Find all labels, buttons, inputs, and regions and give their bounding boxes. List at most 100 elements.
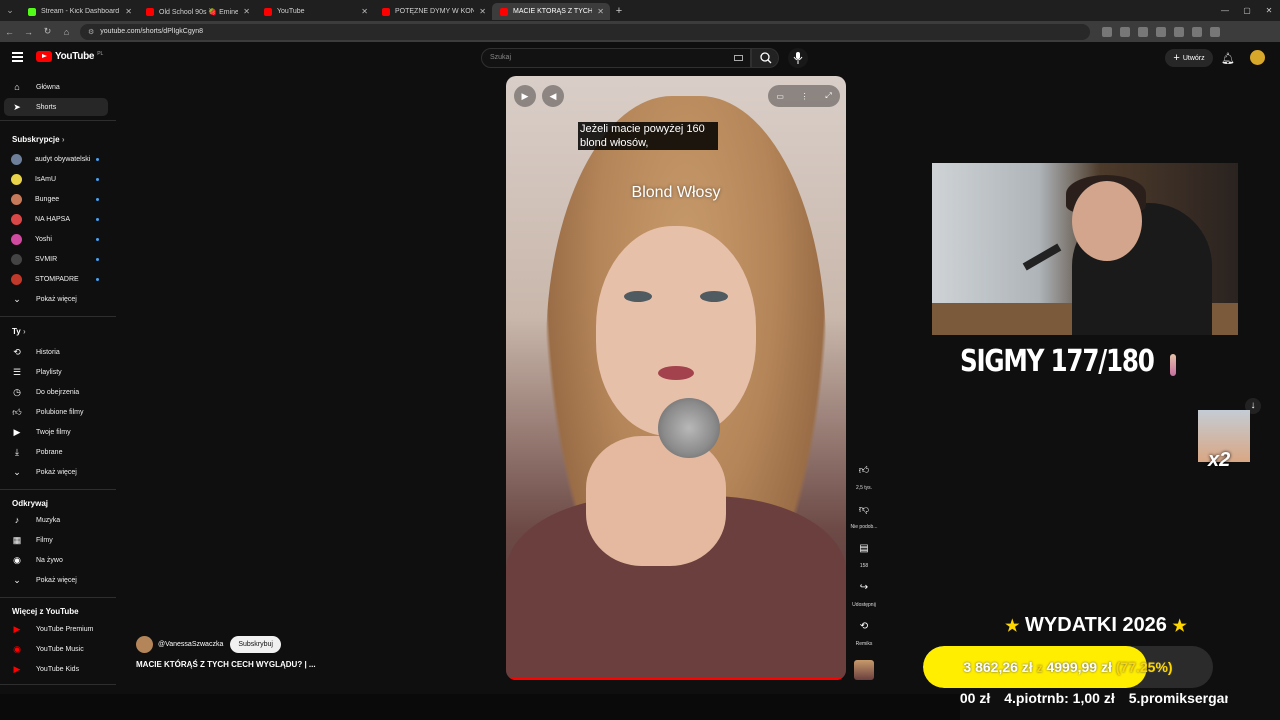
captions-icon[interactable]: ▭ bbox=[776, 92, 784, 101]
sidebar-item[interactable]: Bungee bbox=[4, 190, 108, 208]
channel-avatar[interactable] bbox=[136, 636, 153, 653]
sound-thumbnail[interactable] bbox=[854, 660, 874, 680]
dislike-button[interactable]: 👎︎ Nie podob... bbox=[851, 499, 878, 530]
sidebar-item-label: Pokaż więcej bbox=[36, 468, 77, 476]
sidebar-item[interactable]: ▦ Filmy bbox=[4, 531, 108, 549]
forward-icon[interactable]: → bbox=[19, 27, 38, 37]
sidebar-item[interactable]: ⟲ Historia bbox=[4, 343, 108, 361]
extension-icon[interactable] bbox=[1138, 26, 1148, 37]
tab-close-icon[interactable]: ✕ bbox=[361, 7, 368, 16]
tab-close-icon[interactable]: ✕ bbox=[597, 7, 604, 16]
sidebar-item[interactable]: NA HAPSA bbox=[4, 210, 108, 228]
create-button[interactable]: + Utwórz bbox=[1165, 49, 1213, 67]
comments-button[interactable]: ▤ 158 bbox=[852, 538, 876, 570]
chevron-down-icon: ⌄ bbox=[13, 574, 21, 585]
channel-name[interactable]: @VanessaSzwaczka bbox=[158, 641, 223, 648]
install-app-icon[interactable] bbox=[1102, 26, 1112, 37]
sidebar-item[interactable]: STOMPADRE bbox=[4, 270, 108, 288]
tab-close-icon[interactable]: ✕ bbox=[125, 7, 132, 16]
sidebar-item[interactable]: ⤓ Pobrane bbox=[4, 443, 108, 461]
close-window-icon[interactable]: ✕ bbox=[1258, 0, 1280, 21]
sidebar-item[interactable]: ◉ Na żywo bbox=[4, 551, 108, 569]
sidebar-item-label: Do obejrzenia bbox=[36, 388, 80, 396]
sidebar-section-heading[interactable]: Odkrywaj bbox=[12, 499, 48, 508]
maximize-icon[interactable]: ▢ bbox=[1236, 0, 1258, 21]
remix-icon: ⟲ bbox=[859, 620, 869, 632]
sidebar-item[interactable]: ◉ YouTube Music bbox=[4, 640, 108, 658]
browser-tab[interactable]: YouTube ✕ bbox=[256, 3, 374, 20]
more-options-icon[interactable]: ⋮ bbox=[801, 92, 809, 101]
film-icon: ▦ bbox=[12, 534, 22, 545]
sidebar-item[interactable]: ➤ Shorts bbox=[4, 98, 108, 116]
menu-icon[interactable] bbox=[12, 52, 23, 62]
browser-tab[interactable]: MACIE KTÓRĄŚ Z TYCH CEC ✕ bbox=[492, 3, 610, 20]
sidebar-item[interactable]: ☰ Playlisty bbox=[4, 363, 108, 381]
sidebar-item[interactable]: SVMIR bbox=[4, 250, 108, 268]
sidebar-item[interactable]: ⌄ Pokaż więcej bbox=[4, 290, 108, 308]
sidebar-item-label: Pokaż więcej bbox=[36, 576, 77, 584]
url-field[interactable]: ⚙ youtube.com/shorts/dPlIgkCgyn8 bbox=[80, 23, 1090, 40]
section-heading-text: Ty bbox=[12, 327, 21, 336]
search-input[interactable]: Szukaj bbox=[481, 48, 751, 68]
home-browser-icon[interactable]: ⌂ bbox=[57, 27, 76, 37]
notifications-bell-icon[interactable]: 🔔︎ bbox=[1221, 51, 1235, 65]
voice-search-button[interactable] bbox=[788, 48, 808, 68]
sidebar-item[interactable]: ♪ Muzyka bbox=[4, 511, 108, 529]
sidebar-item[interactable]: ▶ Twoje filmy bbox=[4, 423, 108, 441]
sidebar-item-label: Shorts bbox=[36, 103, 57, 111]
tab-close-icon[interactable]: ✕ bbox=[479, 7, 486, 16]
video-frame-eye bbox=[700, 291, 728, 302]
youtube-logo[interactable]: YouTube PL bbox=[36, 51, 103, 62]
short-video-player[interactable]: ▶ ◀ ▭ ⋮ ⤢ Jeżeli macie powyżej 160 blond… bbox=[506, 76, 846, 680]
site-info-icon[interactable]: ⚙ bbox=[88, 28, 94, 36]
search-button[interactable] bbox=[751, 48, 779, 68]
sidebar-divider bbox=[0, 316, 116, 317]
play-button[interactable]: ▶ bbox=[514, 85, 536, 107]
subscribe-button[interactable]: Subskrybuj bbox=[230, 636, 281, 653]
sidebar-item[interactable]: ◷ Do obejrzenia bbox=[4, 383, 108, 401]
keyboard-icon[interactable] bbox=[734, 55, 743, 61]
sidebar-item[interactable]: ▶ YouTube Premium bbox=[4, 620, 108, 638]
sidebar-section-heading[interactable]: Więcej z YouTube bbox=[12, 607, 79, 616]
sidebar-item[interactable]: ⌂ Główna bbox=[4, 78, 108, 96]
minimize-icon[interactable]: — bbox=[1214, 0, 1236, 21]
share-button[interactable]: ↪ Udostępnij bbox=[852, 577, 876, 609]
sidebar-item[interactable]: 👍︎ Polubione filmy bbox=[4, 403, 108, 421]
music-icon: ♪ bbox=[14, 515, 20, 525]
short-title[interactable]: MACIE KTÓRĄŚ Z TYCH CECH WYGLĄDU? | ... bbox=[136, 660, 316, 669]
sidebar-item[interactable]: ▶ YouTube Kids bbox=[4, 660, 108, 678]
reload-icon[interactable]: ↻ bbox=[38, 26, 57, 37]
sidebar-item[interactable]: Yoshi bbox=[4, 230, 108, 248]
sidebar-item[interactable]: ⌄ Pokaż więcej bbox=[4, 571, 108, 589]
browser-tab[interactable]: POTĘŻNE DYMY W KOŃCÓWC ✕ bbox=[374, 3, 492, 20]
back-icon[interactable]: ← bbox=[0, 27, 19, 37]
sidebar-item[interactable]: audyt obywatelski bbox=[4, 150, 108, 168]
browser-tab[interactable]: Old School 90s 🍓 Eminem & Sn ✕ bbox=[138, 3, 256, 20]
video-progress-bar[interactable] bbox=[506, 678, 846, 680]
account-avatar[interactable] bbox=[1250, 50, 1265, 65]
tab-close-icon[interactable]: ✕ bbox=[243, 7, 250, 16]
profile-icon[interactable] bbox=[1192, 26, 1202, 37]
tab-search-icon[interactable]: ⌄ bbox=[0, 0, 20, 21]
new-tab-button[interactable]: + bbox=[610, 5, 628, 17]
bookmark-star-icon[interactable] bbox=[1120, 26, 1130, 37]
browser-tab[interactable]: Stream - Kick Dashboard ✕ bbox=[20, 3, 138, 20]
screen: ⌄ Stream - Kick Dashboard ✕ Old School 90s… bbox=[0, 0, 1280, 720]
like-button[interactable]: 👍︎ 2,5 tys. bbox=[852, 460, 876, 491]
progress-of: z bbox=[1036, 661, 1043, 675]
fullscreen-icon[interactable]: ⤢ bbox=[825, 91, 831, 101]
sidebar-item-label: YouTube Kids bbox=[36, 665, 80, 673]
remix-button[interactable]: ⟲ Remiks bbox=[852, 616, 876, 648]
sidebar-section-heading[interactable]: Ty › bbox=[12, 327, 26, 336]
volume-button[interactable]: ◀ bbox=[542, 85, 564, 107]
extensions-puzzle-icon[interactable] bbox=[1174, 26, 1184, 37]
extension-icon[interactable] bbox=[1156, 26, 1166, 37]
sidebar-item[interactable]: IsAmU bbox=[4, 170, 108, 188]
menu-dots-icon[interactable] bbox=[1210, 26, 1220, 37]
star-icon: ★ bbox=[1005, 618, 1020, 635]
sidebar-section-heading[interactable]: Subskrypcje › bbox=[12, 135, 64, 144]
channel-avatar bbox=[11, 153, 22, 165]
sidebar-item[interactable]: ⌄ Pokaż więcej bbox=[4, 463, 108, 481]
tab-favicon-icon bbox=[382, 7, 390, 16]
browser-tab-bar: ⌄ Stream - Kick Dashboard ✕ Old School 90s… bbox=[0, 0, 1280, 21]
